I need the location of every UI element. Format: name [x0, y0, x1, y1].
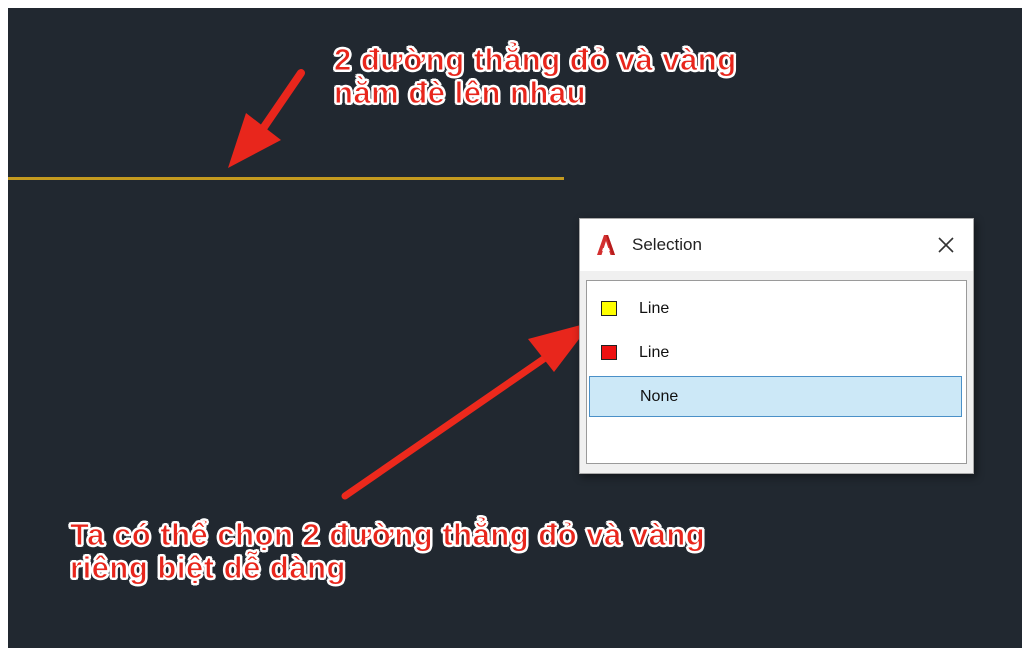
autocad-a-icon	[597, 235, 615, 255]
list-item-label: Line	[639, 299, 670, 317]
selection-list: Line Line None	[586, 280, 967, 464]
list-item-label: Line	[639, 343, 670, 361]
annotation-bottom-line2: riêng biệt dễ dàng	[70, 550, 346, 585]
yellow-swatch-icon	[601, 301, 617, 316]
dialog-titlebar[interactable]: Selection	[580, 219, 973, 271]
list-item-line-yellow[interactable]: Line	[589, 288, 962, 329]
close-button[interactable]	[929, 228, 963, 262]
annotation-bottom: Ta có thể chọn 2 đường thẳng đỏ và vàng …	[70, 517, 970, 585]
list-item-label: None	[640, 387, 679, 405]
selection-dialog: Selection Line Line None	[579, 218, 974, 474]
annotation-bottom-line1: Ta có thể chọn 2 đường thẳng đỏ và vàng	[70, 517, 706, 552]
dialog-title: Selection	[632, 235, 702, 254]
list-item-none[interactable]: None	[589, 376, 962, 417]
overlapping-lines[interactable]	[8, 177, 564, 180]
annotation-top-line1: 2 đường thẳng đỏ và vàng	[334, 42, 737, 77]
red-swatch-icon	[601, 345, 617, 360]
annotation-top: 2 đường thẳng đỏ và vàng nằm đè lên nhau	[334, 42, 934, 110]
close-icon	[938, 237, 954, 253]
list-item-line-red[interactable]: Line	[589, 332, 962, 373]
annotation-top-line2: nằm đè lên nhau	[334, 75, 587, 110]
